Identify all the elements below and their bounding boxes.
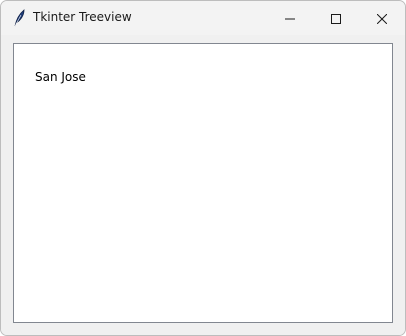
app-window: Tkinter Treeview San Jose (0, 0, 406, 336)
minimize-icon (285, 9, 295, 28)
maximize-icon (331, 9, 341, 28)
maximize-button[interactable] (313, 1, 359, 35)
feather-icon (12, 9, 26, 27)
title-bar[interactable]: Tkinter Treeview (1, 1, 405, 35)
tree-item[interactable]: San Jose (14, 68, 392, 88)
window-title: Tkinter Treeview (33, 10, 132, 24)
close-button[interactable] (359, 1, 405, 35)
tree-item-label: San Jose (35, 70, 86, 84)
window-client-area: San Jose (1, 35, 405, 335)
close-icon (376, 9, 388, 28)
treeview[interactable]: San Jose (13, 43, 393, 323)
minimize-button[interactable] (267, 1, 313, 35)
